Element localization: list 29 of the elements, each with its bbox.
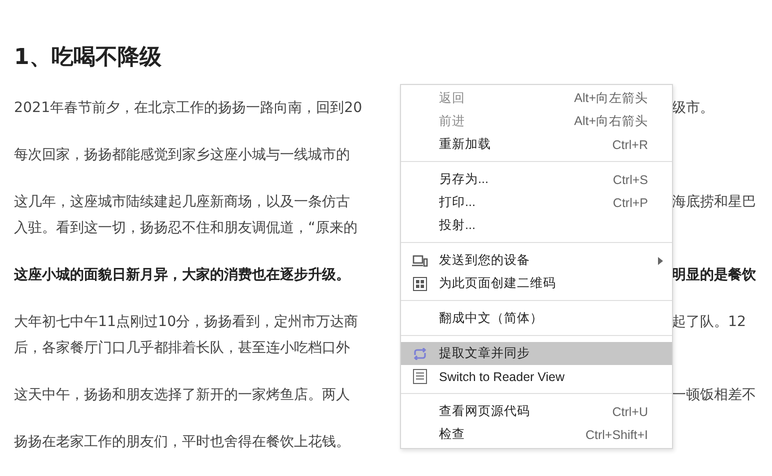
menu-item[interactable]: 另存为... Ctrl+S xyxy=(401,168,672,191)
menu-item[interactable]: 检查 Ctrl+Shift+I xyxy=(401,423,672,446)
menu-item[interactable]: 打印... Ctrl+P xyxy=(401,191,672,214)
qr-code-icon xyxy=(413,276,427,290)
paragraph-text: 2021年春节前夕，在北京工作的扬扬一路向南，回到20 xyxy=(14,98,362,116)
paragraph-text: 每次回家，扬扬都能感觉到家乡这座小城与一线城市的 xyxy=(14,146,350,164)
document-icon xyxy=(413,369,427,384)
paragraph-text: 入驻。看到这一切，扬扬忍不住和朋友调侃道，“原来的 xyxy=(14,218,358,236)
paragraph-text: 扬扬在老家工作的朋友们，平时也舍得在餐饮上花钱。 xyxy=(14,432,350,450)
menu-item[interactable]: 为此页面创建二维码 xyxy=(401,272,672,295)
menu-item[interactable]: 翻成中文（简体） xyxy=(401,307,672,330)
paragraph-text: 这几年，这座城市陆续建起几座新商场，以及一条仿古 xyxy=(14,192,350,210)
paragraph-text: 级市。 xyxy=(672,98,714,116)
paragraph-text: 大年初七中午11点刚过10分，扬扬看到，定州市万达商 xyxy=(14,312,358,330)
paragraph-text: 这天中午，扬扬和朋友选择了新开的一家烤鱼店。两人 xyxy=(14,386,350,404)
paragraph-text: 这座小城的面貌日新月异，大家的消费也在逐步升级。 xyxy=(14,266,350,284)
paragraph-text: 后，各家餐厅门口几乎都排着长队，甚至连小吃档口外 xyxy=(14,338,350,356)
menu-item[interactable]: 发送到您的设备 xyxy=(401,249,672,272)
paragraph-text: 一顿饭相差不 xyxy=(672,386,756,404)
menu-item[interactable]: Switch to Reader View xyxy=(401,365,672,388)
menu-item[interactable]: 重新加载 Ctrl+R xyxy=(401,133,672,156)
devices-icon xyxy=(412,254,428,266)
sync-icon xyxy=(412,348,428,360)
section-heading: 1、吃喝不降级 xyxy=(14,44,162,72)
paragraph-text: 起了队。12 xyxy=(672,312,746,330)
menu-item[interactable]: 查看网页源代码 Ctrl+U xyxy=(401,400,672,423)
menu-item[interactable]: 提取文章并同步 xyxy=(401,342,672,365)
paragraph-text: 海底捞和星巴 xyxy=(672,192,756,210)
menu-item[interactable]: 投射... xyxy=(401,214,672,237)
